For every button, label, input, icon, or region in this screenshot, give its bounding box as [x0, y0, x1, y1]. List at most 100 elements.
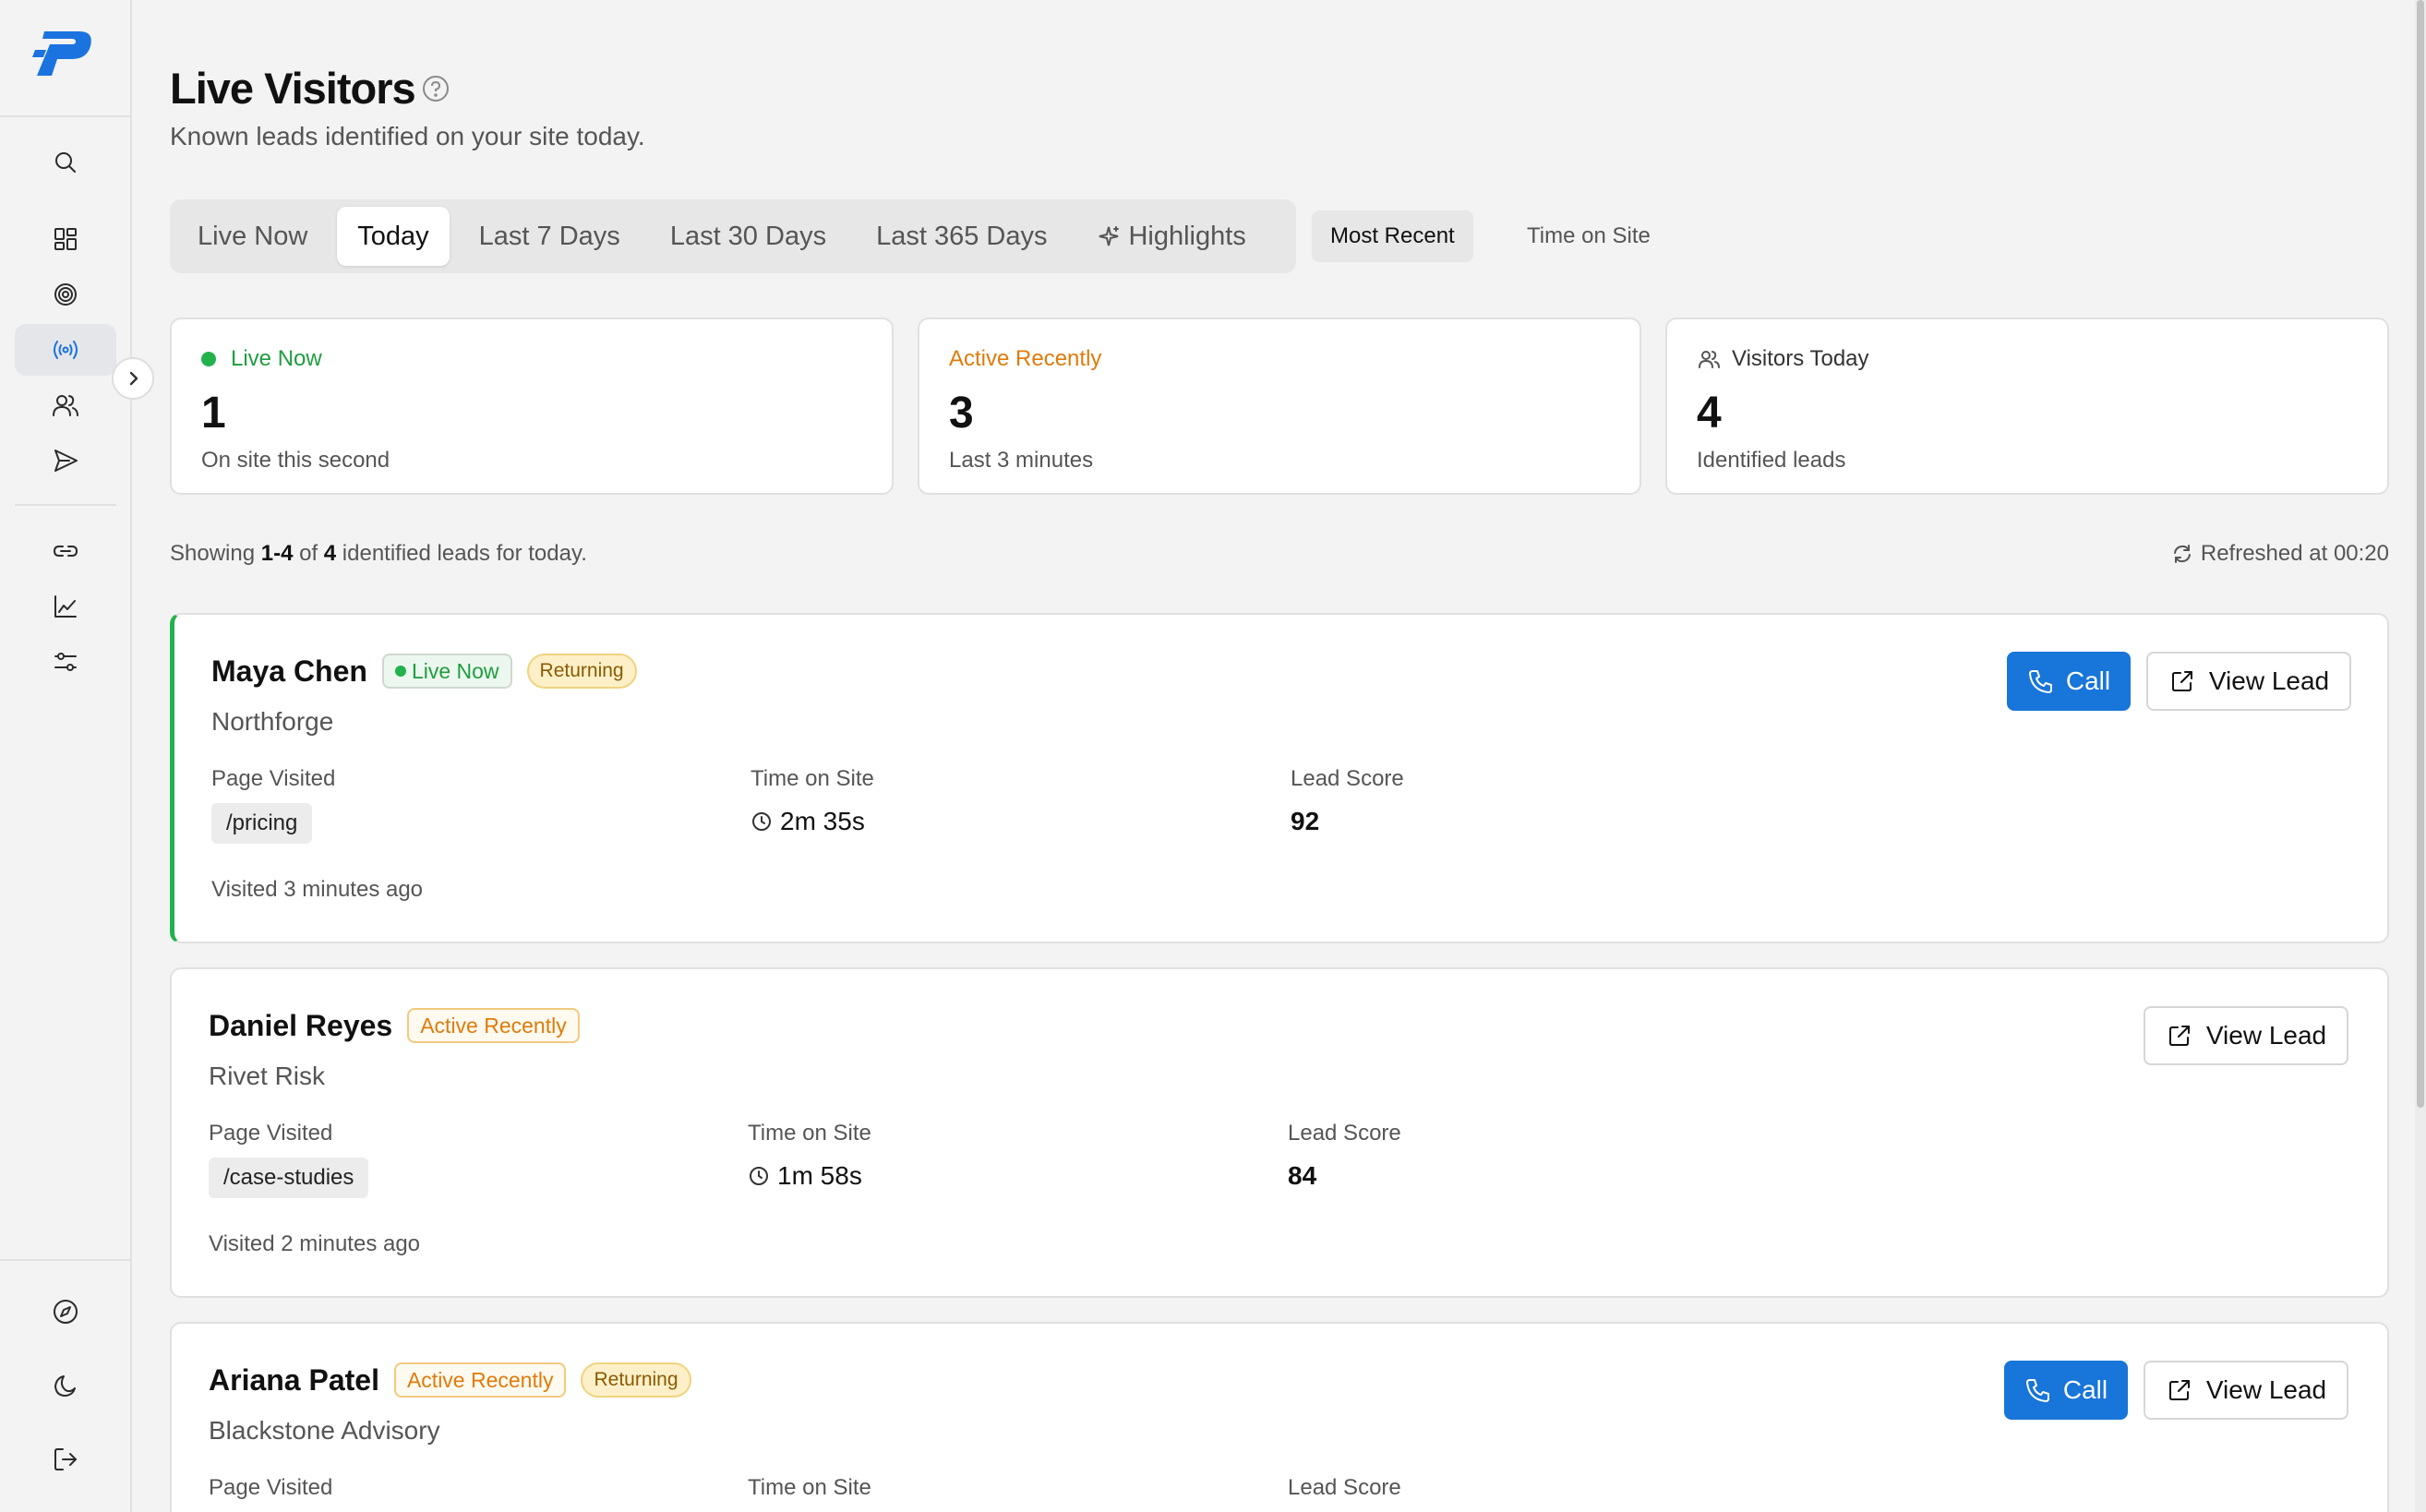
column-label: Lead Score — [1291, 766, 1404, 791]
users-icon — [53, 395, 78, 416]
lead-name[interactable]: Ariana Patel — [209, 1363, 379, 1398]
returning-badge: Returning — [526, 654, 637, 689]
summary-text: Showing — [170, 541, 261, 566]
tab-last-30-days[interactable]: Last 30 Days — [650, 207, 847, 266]
chevron-right-icon — [129, 371, 138, 386]
stat-label: Live Now — [231, 346, 322, 371]
view-lead-button[interactable]: View Lead — [2146, 652, 2351, 711]
sidebar-item-live-visitors[interactable] — [15, 324, 116, 376]
visited-time: Visited 2 minutes ago — [209, 1231, 421, 1256]
help-icon[interactable] — [421, 74, 450, 103]
external-link-icon — [2168, 1026, 2190, 1046]
time-value: 1m 58s — [777, 1161, 862, 1190]
column-label: Time on Site — [748, 1121, 871, 1146]
phone-icon — [2025, 1379, 2049, 1402]
view-lead-button[interactable]: View Lead — [2144, 1006, 2348, 1065]
lead-company: Northforge — [211, 707, 334, 736]
refresh-status[interactable]: Refreshed at 00:20 — [2171, 541, 2389, 567]
stat-label: Active Recently — [949, 346, 1102, 371]
time-range-tabs: Live Now Today Last 7 Days Last 30 Days … — [170, 199, 1296, 273]
column-label: Time on Site — [748, 1475, 871, 1500]
stat-subtext: On site this second — [201, 448, 390, 473]
stat-card-active-recently: Active Recently 3 Last 3 minutes — [918, 318, 1641, 495]
page-scrollbar[interactable] — [2415, 0, 2426, 1512]
scrollbar-thumb[interactable] — [2417, 0, 2424, 1108]
lead-score-value: 84 — [1288, 1161, 1317, 1190]
phone-icon — [2028, 670, 2052, 693]
visited-time: Visited 3 minutes ago — [211, 877, 424, 902]
tab-last-7-days[interactable]: Last 7 Days — [459, 207, 641, 266]
page-visited-column: Page Visited /pricing — [211, 766, 335, 844]
summary-total: 4 — [323, 541, 337, 566]
lead-name[interactable]: Maya Chen — [211, 654, 367, 689]
users-icon — [1699, 351, 1720, 368]
target-icon — [54, 283, 77, 306]
summary-text: of — [293, 541, 324, 566]
sidebar-item-targets[interactable] — [15, 269, 116, 320]
time-on-site-column: Time on Site 1m 58s — [748, 1121, 871, 1191]
sidebar-item-search[interactable] — [15, 137, 116, 188]
sliders-icon — [54, 653, 77, 671]
page-visited-column: Page Visited /case-studies — [209, 1121, 369, 1198]
lead-card[interactable]: Ariana Patel Active Recently Returning B… — [170, 1322, 2389, 1512]
lead-score-column: Lead Score 84 — [1288, 1121, 1401, 1191]
lead-card[interactable]: Daniel Reyes Active Recently Rivet Risk … — [170, 967, 2389, 1298]
column-label: Page Visited — [209, 1121, 333, 1146]
sort-most-recent-button[interactable]: Most Recent — [1312, 210, 1473, 262]
sidebar-item-analytics[interactable] — [15, 581, 116, 632]
tab-highlights[interactable]: Highlights — [1076, 207, 1266, 266]
sidebar-divider — [15, 504, 116, 506]
time-on-site-column: Time on Site — [748, 1475, 871, 1501]
status-badge: Active Recently — [407, 1008, 580, 1043]
view-lead-button[interactable]: View Lead — [2144, 1361, 2348, 1420]
page-visited-column: Page Visited — [209, 1475, 332, 1501]
tab-today[interactable]: Today — [337, 207, 450, 266]
lead-score-value: 92 — [1291, 807, 1320, 835]
tab-last-365-days[interactable]: Last 365 Days — [856, 207, 1067, 266]
external-link-icon — [2168, 1380, 2190, 1400]
clock-icon — [752, 812, 771, 831]
sidebar-item-campaigns[interactable] — [15, 435, 116, 486]
sidebar-item-links[interactable] — [15, 525, 116, 577]
stat-card-live-now: Live Now 1 On site this second — [170, 318, 894, 495]
status-badge-label: Live Now — [411, 658, 499, 683]
sidebar — [0, 0, 132, 1512]
column-label: Lead Score — [1288, 1475, 1401, 1500]
column-label: Time on Site — [751, 766, 874, 791]
compass-icon — [54, 1300, 78, 1324]
sidebar-item-theme[interactable] — [15, 1360, 116, 1411]
call-button[interactable]: Call — [2007, 652, 2131, 711]
page-title: Live Visitors — [170, 64, 416, 113]
page-path-chip: /case-studies — [209, 1158, 369, 1198]
broadcast-icon — [54, 341, 78, 359]
sidebar-item-dashboard[interactable] — [15, 213, 116, 265]
column-label: Lead Score — [1288, 1121, 1401, 1146]
brand-logo[interactable] — [31, 26, 98, 81]
clock-icon — [750, 1167, 768, 1185]
lead-score-column: Lead Score — [1288, 1475, 1401, 1501]
stat-subtext: Identified leads — [1697, 448, 1846, 473]
sidebar-item-explore[interactable] — [15, 1286, 116, 1338]
sidebar-item-settings[interactable] — [15, 636, 116, 688]
time-on-site-column: Time on Site 2m 35s — [751, 766, 874, 836]
results-summary: Showing 1-4 of 4 identified leads for to… — [170, 541, 587, 567]
sparkle-icon — [1099, 226, 1120, 246]
stat-value: 1 — [201, 389, 226, 438]
sort-time-on-site-button[interactable]: Time on Site — [1508, 210, 1669, 262]
page-path-chip: /pricing — [211, 803, 313, 844]
stat-value: 3 — [949, 389, 974, 438]
sidebar-item-logout[interactable] — [15, 1434, 116, 1485]
refresh-text: Refreshed at 00:20 — [2200, 541, 2389, 566]
live-dot-icon — [201, 352, 216, 366]
sidebar-item-leads[interactable] — [15, 379, 116, 431]
lead-company: Blackstone Advisory — [209, 1416, 440, 1445]
call-button[interactable]: Call — [2004, 1361, 2128, 1420]
tab-live-now[interactable]: Live Now — [177, 207, 328, 266]
sidebar-collapse-button[interactable] — [112, 357, 154, 400]
lead-card[interactable]: Maya Chen Live Now Returning Northforge … — [170, 613, 2389, 943]
time-on-site-value: 1m 58s — [748, 1161, 871, 1191]
stat-value: 4 — [1697, 389, 1722, 438]
status-badge: Active Recently — [393, 1362, 567, 1398]
lead-name[interactable]: Daniel Reyes — [209, 1009, 392, 1043]
stat-card-visitors-today: Visitors Today 4 Identified leads — [1665, 318, 2389, 495]
